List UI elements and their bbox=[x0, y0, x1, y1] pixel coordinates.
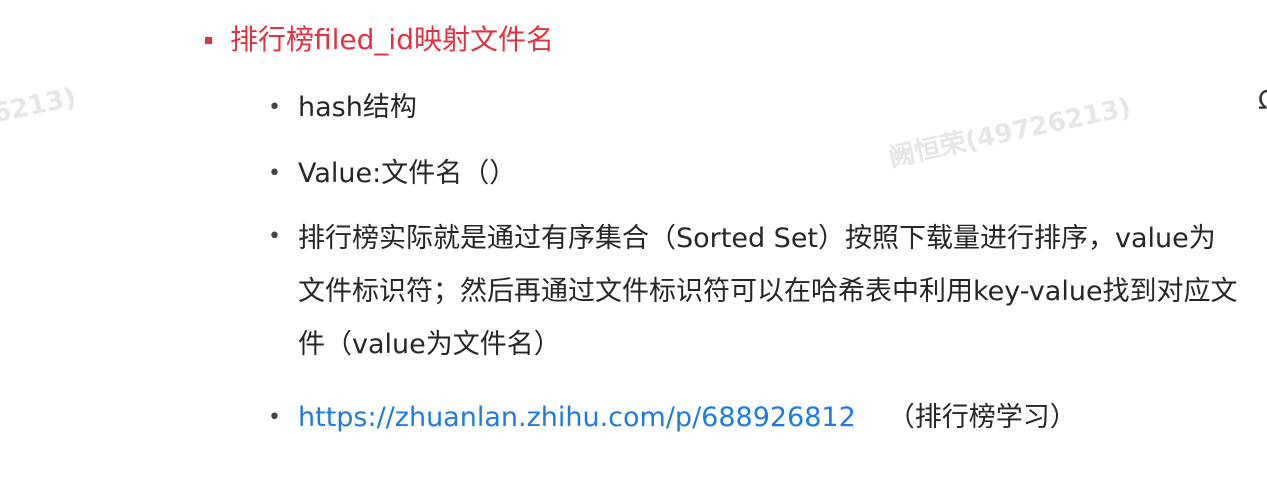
link-note: （排行榜学习） bbox=[887, 402, 1077, 433]
list-item-text: Value:文件名（） bbox=[298, 158, 517, 189]
list-item-text: https://zhuanlan.zhihu.com/p/688926812 （排… bbox=[298, 396, 1077, 440]
list-item: • Value:文件名（） bbox=[268, 152, 1238, 196]
bullet-dot-icon: • bbox=[268, 224, 281, 249]
bullet-dot-icon: • bbox=[268, 161, 281, 186]
edge-glyph: Ω bbox=[1258, 86, 1267, 116]
outline-heading: 排行榜filed_id映射文件名 bbox=[205, 20, 554, 60]
bullet-dot-icon: • bbox=[268, 95, 281, 120]
bullet-dot-icon: • bbox=[268, 405, 281, 430]
watermark-left: 6213) bbox=[0, 82, 79, 130]
square-bullet-icon bbox=[205, 36, 212, 44]
heading-text: 排行榜filed_id映射文件名 bbox=[230, 23, 554, 56]
list-item-text: hash结构 bbox=[298, 92, 417, 123]
list-item-text: 排行榜实际就是通过有序集合（Sorted Set）按照下载量进行排序，value… bbox=[298, 223, 1238, 360]
list-item: • hash结构 bbox=[268, 86, 1238, 130]
list-item: • https://zhuanlan.zhihu.com/p/688926812… bbox=[268, 396, 1238, 440]
list-item: • 排行榜实际就是通过有序集合（Sorted Set）按照下载量进行排序，val… bbox=[268, 215, 1238, 371]
zhihu-link[interactable]: https://zhuanlan.zhihu.com/p/688926812 bbox=[298, 402, 856, 433]
